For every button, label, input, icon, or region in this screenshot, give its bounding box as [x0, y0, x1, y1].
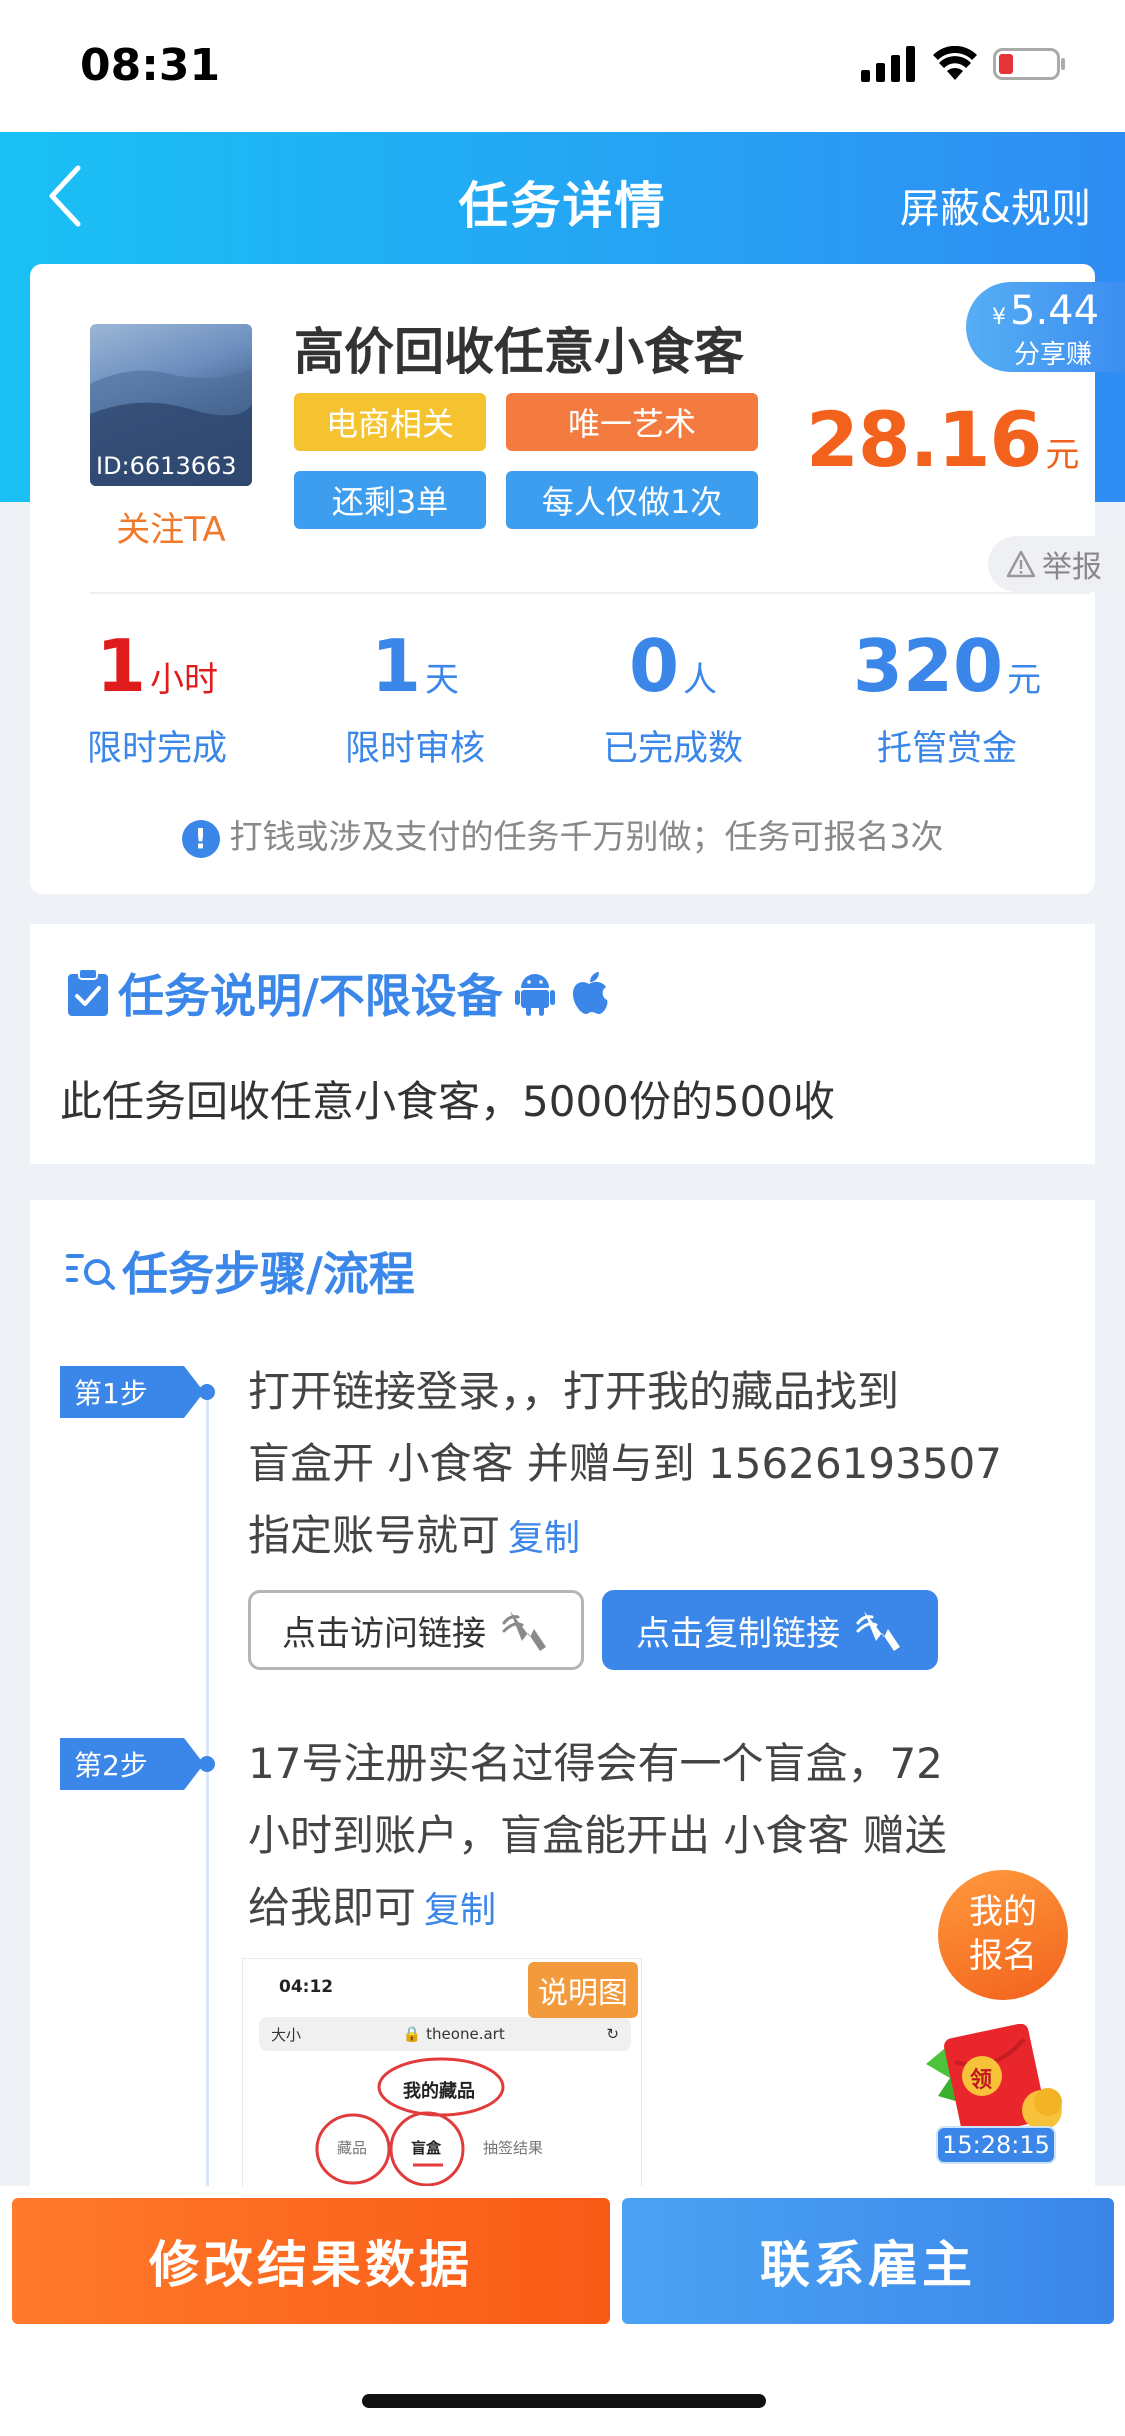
report-button[interactable]: 举报 [988, 536, 1125, 592]
step-1-badge: 第1步 [60, 1366, 204, 1418]
countdown-timer: 15:28:15 [936, 2126, 1056, 2164]
signup-line: 报名 [969, 1936, 1037, 1976]
share-value: 5.44 [1010, 288, 1100, 334]
share-earn-badge[interactable]: ¥5.44 分享赚 [966, 282, 1125, 372]
stat-number: 0 [628, 624, 680, 708]
copy-link-button[interactable]: 点击复制链接 [602, 1590, 938, 1670]
modify-result-button[interactable]: 修改结果数据 [12, 2198, 610, 2324]
stat-number: 320 [852, 624, 1004, 708]
copy-step-2-button[interactable]: 复制 [424, 1890, 496, 1931]
tag-limit: 每人仅做1次 [506, 471, 758, 529]
stat-completed: 0人 已完成数 [548, 630, 798, 771]
stat-label: 限时审核 [344, 729, 485, 769]
battery-icon [993, 48, 1065, 80]
share-label: 分享赚 [1014, 340, 1093, 370]
warning-icon [1006, 550, 1036, 578]
apple-icon [572, 972, 608, 1014]
stat-number: 1 [370, 624, 422, 708]
status-time: 08:31 [80, 40, 221, 91]
red-packet-label: 领 [970, 2068, 993, 2093]
list-search-icon [66, 1254, 115, 1290]
red-packet-icon [926, 2023, 1062, 2137]
stat-unit: 人 [683, 660, 718, 700]
stat-label: 已完成数 [602, 729, 743, 769]
stat-unit: 小时 [150, 660, 219, 700]
tag-platform: 唯一艺术 [506, 393, 758, 451]
step-line: 打开链接登录，，打开我的藏品找到 [248, 1367, 900, 1416]
android-icon [514, 974, 555, 1016]
info-icon: ! [181, 819, 220, 858]
step-line: 17号注册实名过得会有一个盲盒，72 [248, 1739, 943, 1788]
timeline-dot [199, 1384, 215, 1400]
tap-hand-icon [856, 1611, 900, 1651]
stat-review-limit: 1天 限时审核 [290, 630, 540, 771]
block-rules-link[interactable]: 屏蔽&规则 [900, 176, 1091, 234]
step-line: 指定账号就可 [248, 1511, 501, 1560]
stat-unit: 元 [1007, 660, 1042, 700]
wifi-icon [933, 46, 977, 80]
description-text: 此任务回收任意小食客，5000份的500收 [60, 1077, 836, 1126]
status-icons [861, 46, 1067, 82]
illustration-badge: 说明图 [528, 1962, 638, 2018]
my-signup-button[interactable]: 我的 报名 [938, 1870, 1068, 2000]
signal-icon [861, 46, 915, 82]
clipboard-check-icon [68, 968, 108, 1016]
step-2-badge: 第2步 [60, 1738, 204, 1790]
divider [90, 592, 1090, 594]
price-value: 28.16 [806, 395, 1042, 484]
step-line: 给我即可 [248, 1883, 417, 1932]
section-title: 任务说明/不限设备 [118, 969, 503, 1023]
stat-number: 1 [95, 624, 147, 708]
step-line: 盲盒开 小食客 并赠与到 15626193507 [248, 1439, 1002, 1488]
share-currency: ¥ [992, 305, 1006, 330]
tag-remaining: 还剩3单 [294, 471, 486, 529]
avatar[interactable]: ID:6613663 [90, 324, 252, 486]
description-heading: 任务说明/不限设备 [66, 960, 609, 1026]
follow-button[interactable]: 关注TA [90, 502, 252, 551]
stat-label: 限时完成 [86, 729, 227, 769]
signup-line: 我的 [969, 1892, 1037, 1932]
tag-category: 电商相关 [294, 393, 486, 451]
visit-link-button[interactable]: 点击访问链接 [248, 1590, 584, 1670]
stat-time-limit: 1 小时 限时完成 [32, 630, 282, 771]
steps-heading: 任务步骤/流程 [66, 1238, 415, 1304]
tap-hand-icon [502, 1611, 546, 1651]
user-id: ID:6613663 [96, 452, 237, 480]
contact-employer-button[interactable]: 联系雇主 [622, 2198, 1114, 2324]
visit-link-label: 点击访问链接 [282, 1613, 486, 1654]
notice-text: 打钱或涉及支付的任务千万别做；任务可报名3次 [229, 817, 944, 856]
copy-link-label: 点击复制链接 [636, 1613, 840, 1654]
task-title: 高价回收任意小食客 [294, 323, 744, 381]
step-timeline [206, 1390, 209, 2250]
report-label: 举报 [1042, 550, 1102, 585]
share-amount: ¥5.44 [992, 288, 1099, 334]
timeline-dot [199, 1756, 215, 1772]
stat-escrow-reward: 320 元 托管赏金 [822, 630, 1072, 771]
step-1-text: 打开链接登录，，打开我的藏品找到 盲盒开 小食客 并赠与到 1562619350… [248, 1356, 1078, 1575]
task-price: 28.16 元 [806, 395, 1079, 484]
stat-label: 托管赏金 [876, 729, 1017, 769]
stat-unit: 天 [425, 660, 460, 700]
copy-step-1-button[interactable]: 复制 [508, 1518, 580, 1559]
payment-warning: ! 打钱或涉及支付的任务千万别做；任务可报名3次 [30, 810, 1095, 858]
section-title: 任务步骤/流程 [122, 1247, 415, 1301]
step-line: 小时到账户，盲盒能开出 小食客 赠送 [248, 1811, 947, 1860]
price-unit: 元 [1045, 435, 1079, 475]
home-indicator [362, 2394, 766, 2408]
